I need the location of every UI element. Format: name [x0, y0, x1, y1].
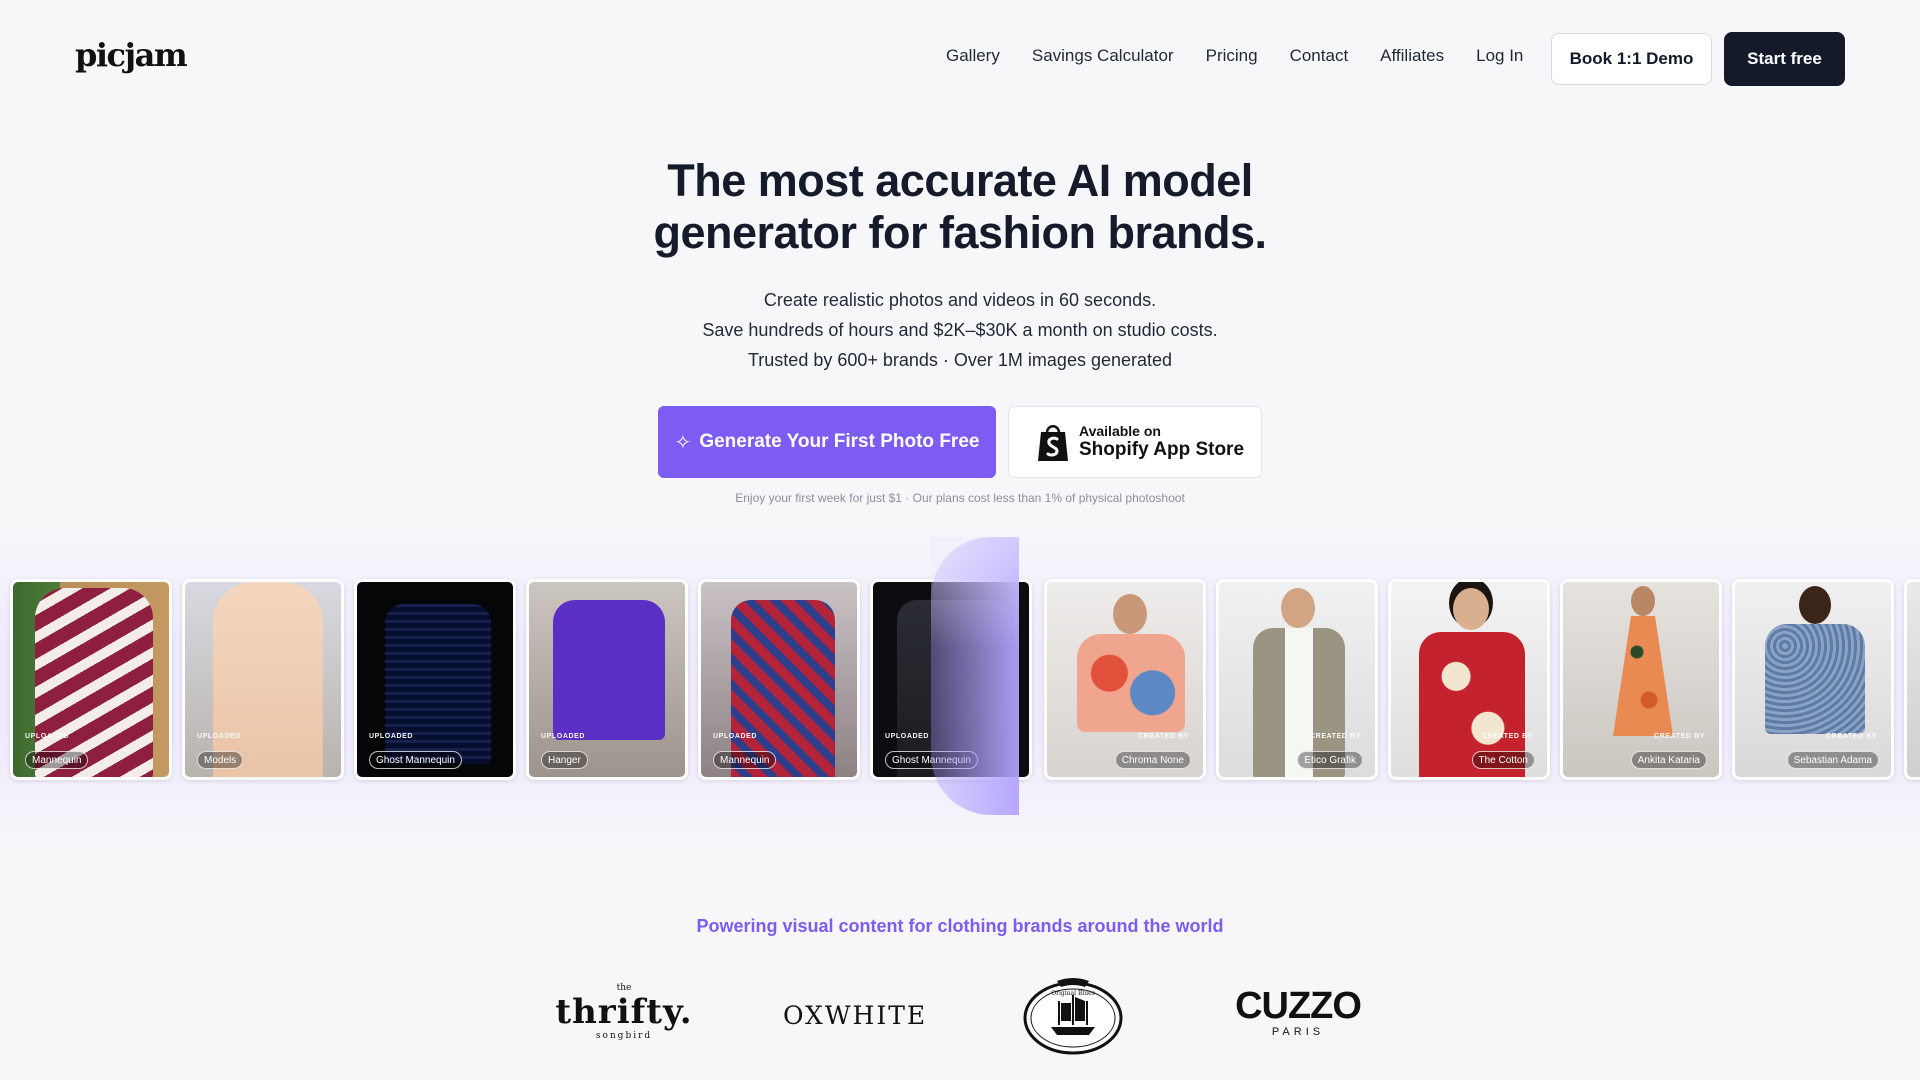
gallery-card[interactable]: UPLOADED Models: [182, 579, 344, 780]
hero-subtext-line-1: Create realistic photos and videos in 60…: [763, 290, 1157, 310]
card-overline: CREATED BY: [1654, 733, 1705, 740]
card-overline: UPLOADED: [541, 733, 586, 740]
card-overline: UPLOADED: [25, 733, 70, 740]
shopify-available-on: Available on: [1079, 422, 1161, 439]
gallery-card[interactable]: UPLOADED Hanger: [526, 579, 688, 780]
shopify-bag-icon: [1038, 425, 1068, 461]
nav-contact[interactable]: Contact: [1290, 46, 1349, 66]
tie-dye-top: [1077, 634, 1185, 732]
site-header: picjam Gallery Savings Calculator Pricin…: [0, 0, 1920, 118]
hero-title: The most accurate AI model generator for…: [560, 155, 1360, 259]
hero-title-line-2: generator for fashion brands.: [653, 207, 1267, 258]
gallery-card[interactable]: UPLOADED Mannequin: [10, 579, 172, 780]
model-head: [1453, 588, 1489, 630]
thrifty-logo-main: thrifty.: [555, 992, 693, 1032]
gallery-card[interactable]: CREATED BY Chroma None: [1044, 579, 1206, 780]
card-overline: CREATED BY: [1482, 733, 1533, 740]
card-overline: CREATED BY: [1138, 733, 1189, 740]
hero-title-line-1: The most accurate AI model: [667, 155, 1253, 206]
main-nav: Gallery Savings Calculator Pricing Conta…: [946, 46, 1523, 66]
brands-heading: Powering visual content for clothing bra…: [696, 916, 1224, 936]
card-tag: Hanger: [541, 751, 588, 769]
model-head: [1113, 594, 1147, 634]
thrifty-songbird-logo: the thrifty. songbird: [554, 984, 694, 1042]
card-tag: The Cotton: [1471, 751, 1535, 769]
gallery-card[interactable]: UPLOADED Mannequin: [698, 579, 860, 780]
card-tag: Chroma None: [1114, 751, 1191, 769]
start-free-button[interactable]: Start free: [1724, 32, 1845, 86]
seal-text: Original Blues: [1051, 990, 1095, 997]
hero-subtext: Create realistic photos and videos in 60…: [560, 285, 1360, 375]
card-tag: Sebastian Adama: [1786, 751, 1879, 769]
card-overline: CREATED BY: [1310, 733, 1361, 740]
shopify-app-store-button[interactable]: Available on Shopify App Store: [1008, 406, 1262, 478]
nav-pricing[interactable]: Pricing: [1206, 46, 1258, 66]
polo-garment: [553, 600, 665, 740]
card-tag: Mannequin: [25, 751, 89, 769]
shopify-app-store-label: Shopify App Store: [1079, 438, 1245, 460]
card-overline: UPLOADED: [369, 733, 414, 740]
card-tag: Mannequin: [713, 751, 777, 769]
card-overline: UPLOADED: [713, 733, 758, 740]
gallery-card[interactable]: CREATED BY Ankita Kataria: [1560, 579, 1722, 780]
pricing-fineprint: Enjoy your first week for just $1 · Our …: [735, 491, 1185, 505]
card-overline: UPLOADED: [197, 733, 242, 740]
hero-subtext-line-3: Trusted by 600+ brands · Over 1M images …: [747, 350, 1173, 370]
printed-shirt-garment: [1765, 624, 1865, 734]
card-tag: Ghost Mannequin: [369, 751, 462, 769]
card-overline: CREATED BY: [1826, 733, 1877, 740]
thrifty-logo-bottom: songbird: [595, 1031, 653, 1041]
hero-subtext-line-2: Save hundreds of hours and $2K–$30K a mo…: [702, 320, 1218, 340]
card-tag: Models: [197, 751, 244, 769]
oxwhite-logo: OXWHITE: [783, 1001, 928, 1030]
gallery-card[interactable]: CREATED BY Etico Grafik: [1216, 579, 1378, 780]
gallery-card-partial[interactable]: [1904, 579, 1920, 780]
nav-affiliates[interactable]: Affiliates: [1380, 46, 1444, 66]
shirt-garment: [385, 604, 491, 764]
gallery-card[interactable]: UPLOADED Ghost Mannequin: [354, 579, 516, 780]
card-tag: Etico Grafik: [1297, 751, 1363, 769]
model-head: [1281, 588, 1315, 628]
generate-photo-label: Generate Your First Photo Free: [699, 431, 980, 452]
slider-highlight: [931, 537, 1019, 815]
card-overline: UPLOADED: [885, 733, 930, 740]
model-head: [1799, 586, 1831, 624]
model-head: [1631, 586, 1655, 616]
nav-log-in[interactable]: Log In: [1476, 46, 1523, 66]
cuzzo-logo-sub: PARIS: [1271, 1026, 1325, 1038]
generate-photo-button[interactable]: ✧ Generate Your First Photo Free: [658, 406, 996, 478]
nav-savings-calculator[interactable]: Savings Calculator: [1032, 46, 1174, 66]
sparkle-icon: ✧: [674, 431, 692, 454]
shopify-text: Available on Shopify App Store: [1079, 422, 1245, 461]
card-tag: Ankita Kataria: [1630, 751, 1707, 769]
gallery-card[interactable]: CREATED BY The Cotton: [1388, 579, 1550, 780]
nav-gallery[interactable]: Gallery: [946, 46, 1000, 66]
book-demo-button[interactable]: Book 1:1 Demo: [1551, 33, 1712, 85]
picjam-logo[interactable]: picjam: [75, 36, 188, 74]
cuzzo-paris-logo: CUZZO PARIS: [1234, 986, 1362, 1038]
card-scene: [1907, 582, 1920, 777]
gallery-card[interactable]: CREATED BY Sebastian Adama: [1732, 579, 1894, 780]
original-blues-seal-logo: Original Blues: [1023, 978, 1123, 1055]
cuzzo-logo-main: CUZZO: [1235, 985, 1362, 1027]
